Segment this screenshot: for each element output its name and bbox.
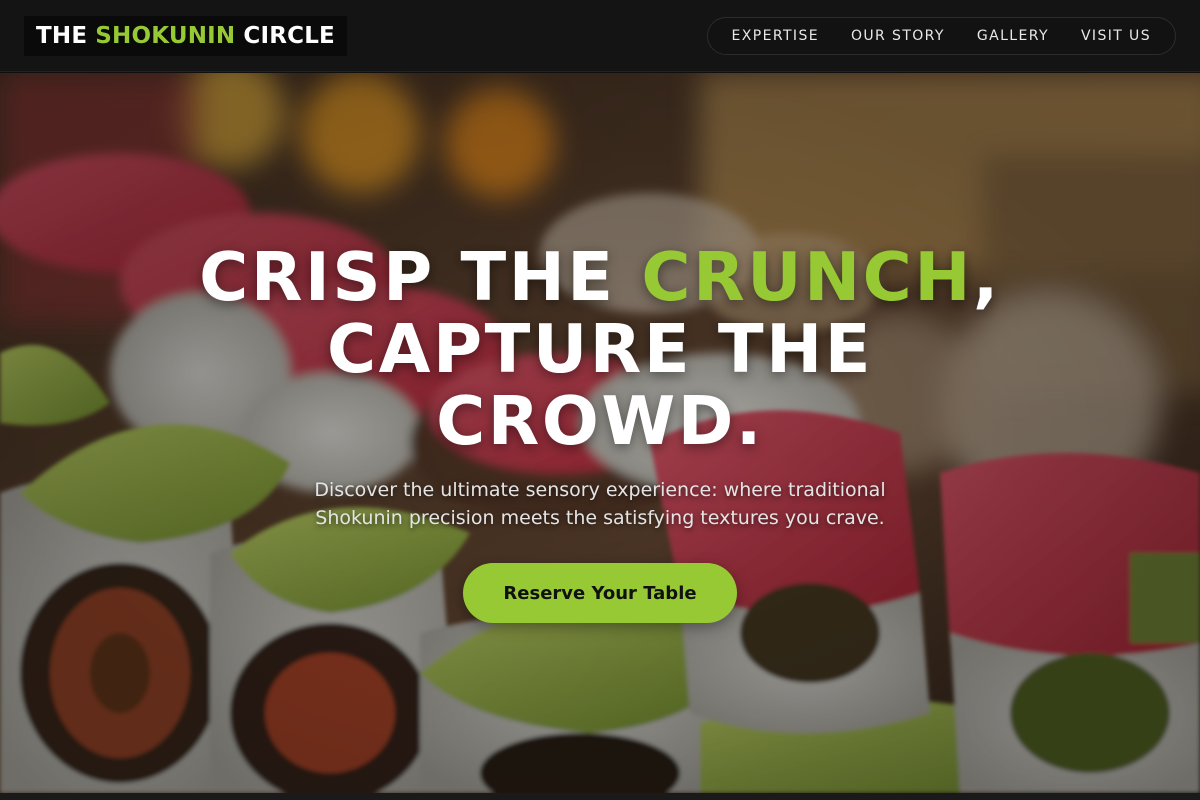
page-bottom-strip bbox=[0, 793, 1200, 800]
nav-link-visit-us[interactable]: VISIT US bbox=[1065, 17, 1167, 55]
brand-suffix: CIRCLE bbox=[243, 23, 335, 49]
headline-line2: CAPTURE THE bbox=[327, 310, 873, 388]
brand-prefix: THE bbox=[36, 23, 88, 49]
hero-section: CRISP THE CRUNCH, CAPTURE THE CROWD. Dis… bbox=[0, 73, 1200, 793]
site-header: THE SHOKUNIN CIRCLE EXPERTISE OUR STORY … bbox=[0, 0, 1200, 72]
brand-highlight: SHOKUNIN bbox=[95, 23, 236, 49]
headline-part1: CRISP THE bbox=[199, 238, 642, 316]
reserve-table-button[interactable]: Reserve Your Table bbox=[463, 563, 737, 623]
hero-subtext: Discover the ultimate sensory experience… bbox=[314, 479, 886, 529]
headline-line3: CROWD. bbox=[436, 382, 764, 460]
brand-logo[interactable]: THE SHOKUNIN CIRCLE bbox=[24, 16, 347, 56]
nav-link-gallery[interactable]: GALLERY bbox=[961, 17, 1065, 55]
main-nav: EXPERTISE OUR STORY GALLERY VISIT US bbox=[706, 17, 1176, 55]
nav-link-expertise[interactable]: EXPERTISE bbox=[716, 17, 835, 55]
hero-headline: CRISP THE CRUNCH, CAPTURE THE CROWD. bbox=[0, 241, 1200, 457]
headline-highlight: CRUNCH bbox=[641, 238, 973, 316]
nav-link-our-story[interactable]: OUR STORY bbox=[835, 17, 961, 55]
headline-part2: , bbox=[972, 238, 1001, 316]
